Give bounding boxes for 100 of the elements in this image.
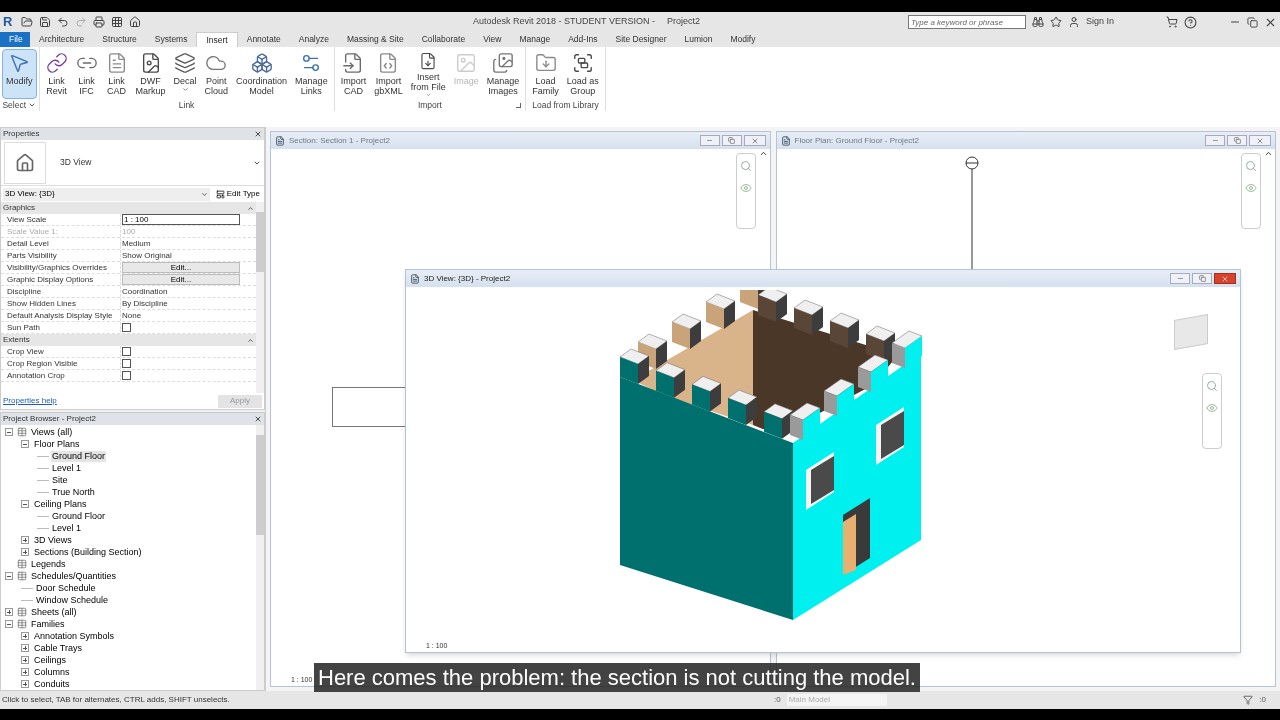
collapse-toggle[interactable] xyxy=(5,572,13,580)
tree-item[interactable]: Views (all) xyxy=(30,426,74,438)
checkbox[interactable] xyxy=(122,347,131,356)
filter-icon[interactable] xyxy=(1243,695,1254,705)
tree-item[interactable]: Ceilings xyxy=(33,654,67,666)
ribbon-tab[interactable]: File xyxy=(0,32,30,47)
expand-toggle[interactable] xyxy=(21,548,29,556)
grid-icon[interactable] xyxy=(111,16,123,28)
save-icon[interactable] xyxy=(39,16,51,28)
ribbon-button[interactable]: Manage Images xyxy=(482,49,524,99)
expand-toggle[interactable] xyxy=(21,536,29,544)
ribbon-button[interactable]: Import CAD xyxy=(336,49,371,99)
ribbon-button[interactable]: Modify xyxy=(2,49,37,99)
ribbon-button[interactable]: Link IFC xyxy=(71,49,102,99)
collapse-toggle[interactable] xyxy=(21,440,29,448)
scroll-up-icon[interactable] xyxy=(758,149,768,158)
scrollbar[interactable] xyxy=(256,202,264,393)
search-field[interactable]: Type a keyword or phrase xyxy=(907,15,1026,29)
edit-button[interactable]: Edit... xyxy=(122,274,240,285)
ribbon-button[interactable]: Link Revit xyxy=(41,49,72,99)
sign-in-link[interactable]: Sign In xyxy=(1085,15,1114,29)
checkbox[interactable] xyxy=(122,371,131,380)
house-icon[interactable] xyxy=(129,16,141,28)
ribbon-button[interactable]: Load as Group xyxy=(562,49,603,99)
tree-item[interactable]: Sheets (all) xyxy=(30,606,78,618)
close-button[interactable] xyxy=(743,135,766,146)
tree-item[interactable]: 3D Views xyxy=(33,534,73,546)
ribbon-tab[interactable]: Analyze xyxy=(289,32,338,47)
ribbon-tab[interactable]: Site Designer xyxy=(606,32,676,47)
expand-toggle[interactable] xyxy=(21,656,29,664)
collapse-toggle[interactable] xyxy=(21,500,29,508)
ribbon-tab[interactable]: Systems xyxy=(145,32,197,47)
print-icon[interactable] xyxy=(93,16,105,28)
edit-type-button[interactable]: Edit Type xyxy=(213,188,262,200)
star-icon[interactable] xyxy=(1049,16,1062,28)
user-icon[interactable] xyxy=(1067,16,1080,28)
panel-launcher-icon[interactable] xyxy=(516,102,522,108)
tree-item[interactable]: Annotation Symbols xyxy=(33,630,116,642)
open-icon[interactable] xyxy=(21,16,33,28)
checkbox[interactable] xyxy=(122,323,131,332)
edit-button[interactable]: Edit... xyxy=(122,262,240,273)
scroll-up-icon[interactable] xyxy=(1264,149,1273,158)
tree-item[interactable]: Site xyxy=(51,474,69,486)
collapse-toggle[interactable] xyxy=(5,620,13,628)
view-selector[interactable]: 3D View: {3D} xyxy=(3,187,210,201)
ribbon-tab[interactable]: Structure xyxy=(93,32,146,47)
tree-item[interactable]: Ceiling Plans xyxy=(33,498,88,510)
ribbon-button[interactable]: Link CAD xyxy=(101,49,132,99)
tree-item[interactable]: Level 1 xyxy=(51,522,83,534)
binoculars-icon[interactable] xyxy=(1031,16,1044,28)
checkbox[interactable] xyxy=(122,359,131,368)
expand-toggle[interactable] xyxy=(21,632,29,640)
expand-toggle[interactable] xyxy=(21,644,29,652)
cart-icon[interactable] xyxy=(1166,16,1178,28)
tree-item[interactable]: Floor Plans xyxy=(33,438,81,450)
ribbon-tab[interactable]: View xyxy=(474,32,511,47)
tree-item[interactable]: Families xyxy=(30,618,66,630)
tree-item[interactable]: Schedules/Quantities xyxy=(30,570,118,582)
tree-item[interactable]: Door Schedule xyxy=(35,582,97,594)
expand-toggle[interactable] xyxy=(21,668,29,676)
ribbon-button[interactable]: Decal xyxy=(169,49,201,99)
ribbon-button[interactable]: Point Cloud xyxy=(200,49,233,99)
ribbon-button[interactable]: Load Family xyxy=(528,49,563,99)
tree-item[interactable]: Columns xyxy=(33,666,71,678)
collapse-toggle[interactable] xyxy=(5,428,13,436)
expand-toggle[interactable] xyxy=(21,680,29,688)
ribbon-tab[interactable]: Add-Ins xyxy=(559,32,607,47)
ribbon-tab[interactable]: Modify xyxy=(721,32,765,47)
ribbon-tab[interactable]: Manage xyxy=(510,32,560,47)
panel-label[interactable]: Select xyxy=(2,98,27,112)
section-header[interactable]: Extents xyxy=(3,334,30,346)
ribbon-tab[interactable]: Collaborate xyxy=(412,32,475,47)
collapse-icon[interactable] xyxy=(247,336,254,344)
ribbon-tab[interactable]: Massing & Site xyxy=(338,32,413,47)
ribbon-button[interactable]: Insert from File xyxy=(406,49,450,99)
collapse-icon[interactable] xyxy=(247,204,254,212)
close-icon[interactable] xyxy=(254,130,262,138)
close-button[interactable] xyxy=(1214,273,1236,284)
ribbon-tab[interactable]: Insert xyxy=(196,32,238,47)
tree-item[interactable]: Level 1 xyxy=(51,462,83,474)
expand-toggle[interactable] xyxy=(5,608,13,616)
tree-item[interactable]: Sections (Building Section) xyxy=(33,546,143,558)
ribbon-tab[interactable]: Architecture xyxy=(30,32,94,47)
caret-icon[interactable] xyxy=(28,101,37,109)
help-icon[interactable] xyxy=(1184,15,1197,29)
tree-item[interactable]: Ground Floor xyxy=(51,450,107,462)
tree-item[interactable]: Cable Trays xyxy=(33,642,84,654)
scrollbar[interactable] xyxy=(256,425,264,690)
app-logo[interactable]: R xyxy=(3,15,15,29)
tree-item[interactable]: True North xyxy=(51,486,96,498)
ribbon-tab[interactable]: Lumion xyxy=(675,32,722,47)
ribbon-button[interactable]: Import gbXML xyxy=(370,49,407,99)
close-icon[interactable] xyxy=(254,415,262,423)
tree-item[interactable]: Legends xyxy=(30,558,67,570)
ribbon-button[interactable]: DWF Markup xyxy=(131,49,170,99)
undo-icon[interactable] xyxy=(57,16,69,28)
close-button[interactable] xyxy=(1249,135,1271,146)
properties-help-link[interactable]: Properties help xyxy=(3,395,57,407)
tree-item[interactable]: Ground Floor xyxy=(51,510,107,522)
restore-icon[interactable] xyxy=(1247,16,1258,28)
